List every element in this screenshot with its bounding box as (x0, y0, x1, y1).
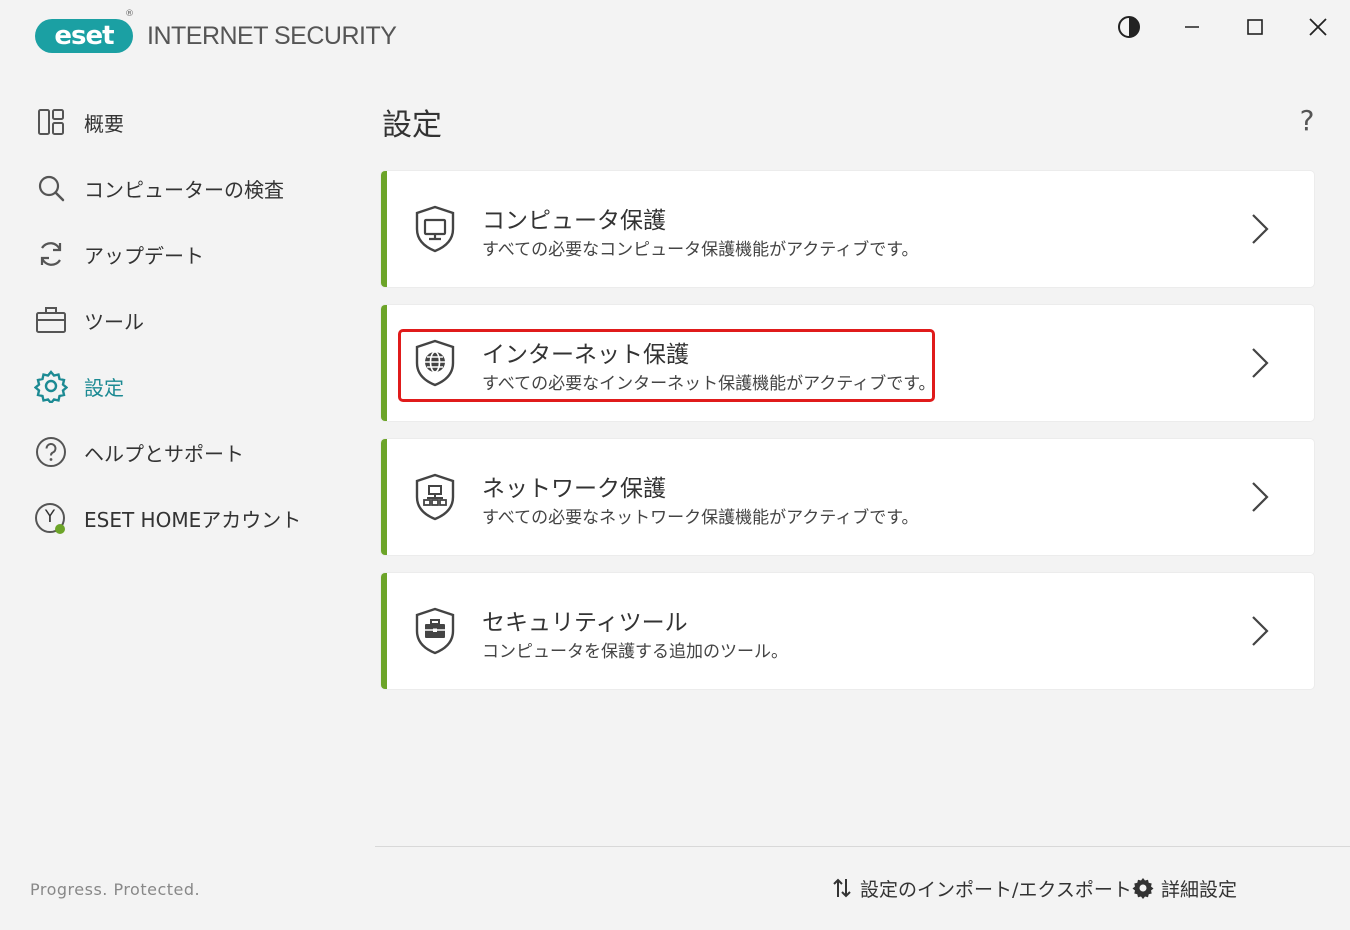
minimize-icon (1185, 26, 1199, 28)
chevron-right-icon (1252, 482, 1269, 512)
theme-toggle-button[interactable] (1114, 12, 1144, 42)
status-bar (381, 573, 387, 689)
chevron-right-icon (1252, 616, 1269, 646)
registered-mark: ® (125, 9, 134, 19)
shield-network-icon (415, 473, 455, 521)
product-name: INTERNET SECURITY (147, 22, 397, 50)
card-description: すべての必要なコンピュータ保護機能がアクティブです。 (482, 240, 919, 260)
card-security-tools[interactable]: セキュリティツール コンピュータを保護する追加のツール。 (381, 573, 1314, 689)
advanced-settings-link[interactable]: 詳細設定 (1132, 873, 1237, 903)
card-internet-protection[interactable]: インターネット保護 すべての必要なインターネット保護機能がアクティブです。 (381, 305, 1314, 421)
sidebar-item-computer-scan[interactable]: コンピューターの検査 (34, 168, 354, 208)
eset-logo: eset (35, 16, 133, 54)
card-title: ネットワーク保護 (482, 476, 666, 502)
account-icon: Y (34, 501, 68, 535)
sidebar-item-settings[interactable]: 設定 (34, 366, 354, 406)
maximize-button[interactable] (1240, 12, 1270, 42)
sidebar-item-label: コンピューターの検査 (84, 177, 284, 202)
sidebar-item-label: アップデート (84, 243, 204, 268)
shield-monitor-icon (415, 205, 455, 253)
sidebar-item-label: 概要 (84, 111, 124, 136)
close-icon (1309, 18, 1327, 36)
avatar-letter: Y (44, 507, 56, 527)
sidebar-item-label: ヘルプとサポート (84, 441, 244, 466)
status-bar (381, 305, 387, 421)
minimize-button[interactable] (1177, 12, 1207, 42)
search-icon (34, 171, 68, 205)
sidebar-item-label: ツール (84, 309, 144, 334)
card-title: インターネット保護 (482, 342, 689, 368)
close-button[interactable] (1303, 12, 1333, 42)
sidebar-item-tools[interactable]: ツール (34, 300, 354, 340)
title-bar: eset ® INTERNET SECURITY (0, 0, 1350, 70)
maximize-icon (1247, 19, 1263, 35)
sidebar-item-eset-home-account[interactable]: Y ESET HOMEアカウント (34, 498, 354, 538)
sidebar-item-update[interactable]: アップデート (34, 234, 354, 274)
status-bar (381, 439, 387, 555)
status-bar (381, 171, 387, 287)
contrast-icon (1118, 16, 1140, 38)
import-export-label: 設定のインポート/エクスポート (860, 878, 1132, 901)
app-window: eset ® INTERNET SECURITY 概要 コンピューターの検査 ア… (0, 0, 1350, 930)
card-computer-protection[interactable]: コンピュータ保護 すべての必要なコンピュータ保護機能がアクティブです。 (381, 171, 1314, 287)
sidebar-item-overview[interactable]: 概要 (34, 102, 354, 142)
toolbox-icon (34, 303, 68, 337)
help-button[interactable]: ? (1292, 104, 1322, 137)
gear-icon (1132, 877, 1154, 899)
shield-toolbox-icon (415, 607, 455, 655)
import-export-settings-link[interactable]: 設定のインポート/エクスポート (831, 873, 1132, 903)
update-icon (34, 237, 68, 271)
card-title: コンピュータ保護 (482, 208, 666, 234)
card-description: コンピュータを保護する追加のツール。 (482, 642, 788, 662)
footer-divider (375, 846, 1350, 847)
card-description: すべての必要なインターネット保護機能がアクティブです。 (482, 374, 936, 394)
import-export-icon (831, 877, 853, 899)
sidebar-item-help-support[interactable]: ヘルプとサポート (34, 432, 354, 472)
help-icon (34, 435, 68, 469)
chevron-right-icon (1252, 214, 1269, 244)
gear-icon (34, 369, 68, 403)
shield-globe-icon (415, 339, 455, 387)
tagline: Progress. Protected. (30, 880, 201, 899)
logo-text: eset (54, 21, 114, 51)
chevron-right-icon (1252, 348, 1269, 378)
sidebar-item-label: ESET HOMEアカウント (84, 507, 302, 532)
advanced-settings-label: 詳細設定 (1161, 878, 1238, 901)
card-description: すべての必要なネットワーク保護機能がアクティブです。 (482, 508, 919, 528)
overview-icon (34, 105, 68, 139)
card-title: セキュリティツール (482, 610, 688, 636)
sidebar-item-label: 設定 (84, 375, 124, 400)
page-title: 設定 (382, 108, 442, 143)
card-network-protection[interactable]: ネットワーク保護 すべての必要なネットワーク保護機能がアクティブです。 (381, 439, 1314, 555)
